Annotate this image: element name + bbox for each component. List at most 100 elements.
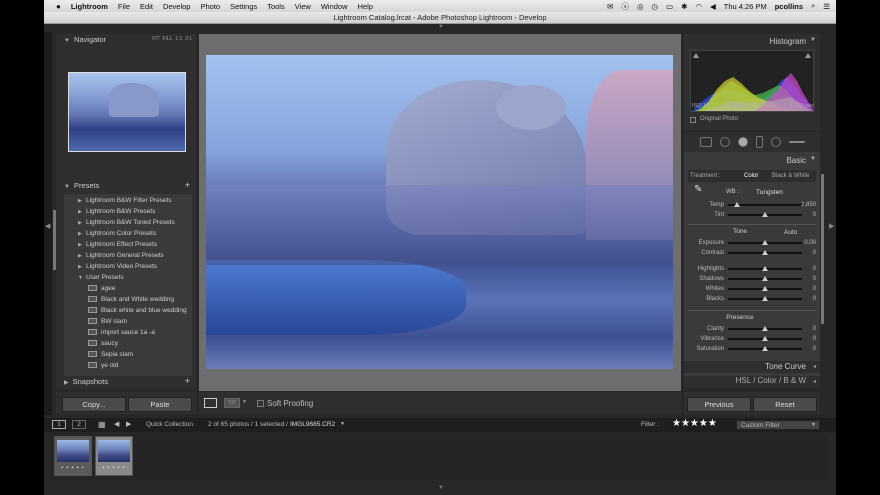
slider-handle[interactable] xyxy=(762,266,768,271)
slider-handle[interactable] xyxy=(733,202,740,207)
preset-item[interactable]: import sauce 1a -a xyxy=(78,327,192,338)
filmstrip-thumbnail-selected[interactable]: • • • • • xyxy=(95,436,133,476)
right-scrollbar[interactable] xyxy=(821,174,824,324)
airplay-icon[interactable]: ▭ xyxy=(666,2,673,11)
slider-handle[interactable] xyxy=(762,212,768,217)
preset-folder[interactable]: ▶ Lightroom B&W Filter Presets xyxy=(78,195,192,206)
presets-header[interactable]: ▼ Presets + xyxy=(56,180,196,191)
loupe-view-icon[interactable] xyxy=(204,398,217,408)
preset-item[interactable]: Sepia slam xyxy=(78,349,192,360)
slider-value[interactable]: 0 xyxy=(786,284,816,294)
hsl-toggle-icon[interactable]: ◂ xyxy=(813,378,816,385)
wifi-icon[interactable]: ◠ xyxy=(695,2,702,11)
slider-row-contrast[interactable]: Contrast 0 xyxy=(684,248,820,258)
slider-row-blacks[interactable]: Blacks 0 xyxy=(684,294,820,304)
slider-value[interactable]: 0 xyxy=(786,210,816,220)
skype-icon[interactable]: ⓢ xyxy=(621,1,629,12)
tone-curve-header[interactable]: Tone Curve ◂ xyxy=(684,361,820,373)
view-options-chevron-icon[interactable]: ▼ xyxy=(242,399,247,405)
soft-proofing-checkbox[interactable] xyxy=(257,400,264,407)
menu-settings[interactable]: Settings xyxy=(230,2,257,11)
slider-handle[interactable] xyxy=(762,296,768,301)
slider-handle[interactable] xyxy=(762,276,768,281)
spot-removal-icon[interactable] xyxy=(719,137,730,147)
previous-button[interactable]: Previous xyxy=(687,397,751,412)
histogram-collapse-icon[interactable]: ▼ xyxy=(810,37,816,43)
zoom-fit[interactable]: FIT xyxy=(152,36,160,42)
slider-row-exposure[interactable]: Exposure 0.00 xyxy=(684,238,820,248)
radial-filter-icon[interactable] xyxy=(770,137,781,147)
shadow-clipping-icon[interactable] xyxy=(693,53,699,58)
menu-edit[interactable]: Edit xyxy=(140,2,153,11)
preset-folder-user[interactable]: ▼ User Presets xyxy=(78,272,192,283)
highlight-clipping-icon[interactable] xyxy=(805,53,811,58)
tone-auto-button[interactable]: Auto xyxy=(784,229,797,236)
slider-row-clarity[interactable]: Clarity 0 xyxy=(684,324,820,334)
right-collapse-icon[interactable]: ▶ xyxy=(829,222,834,230)
basic-collapse-icon[interactable]: ▼ xyxy=(810,156,816,162)
menu-file[interactable]: File xyxy=(118,2,130,11)
notification-center-icon[interactable]: ☰ xyxy=(823,2,830,11)
snapshots-header[interactable]: ▶ Snapshots + xyxy=(56,376,196,387)
slider-value[interactable]: 0 xyxy=(786,294,816,304)
menu-view[interactable]: View xyxy=(295,2,311,11)
paste-button[interactable]: Paste xyxy=(128,397,192,412)
preset-item[interactable]: agee xyxy=(78,283,192,294)
preset-folder[interactable]: ▶ Lightroom Video Presets xyxy=(78,261,192,272)
hsl-tab[interactable]: HSL xyxy=(736,376,751,385)
slider-value[interactable]: 0.00 xyxy=(786,238,816,248)
tone-curve-toggle-icon[interactable]: ◂ xyxy=(813,363,816,370)
menu-photo[interactable]: Photo xyxy=(200,2,220,11)
slider-value[interactable]: 0 xyxy=(786,324,816,334)
menu-tools[interactable]: Tools xyxy=(267,2,285,11)
slider-row-tint[interactable]: Tint 0 xyxy=(684,210,820,220)
slider-value[interactable]: 0 xyxy=(786,248,816,258)
slider-handle[interactable] xyxy=(762,250,768,255)
bluetooth-icon[interactable]: ✱ xyxy=(681,2,687,11)
preset-item[interactable]: ye old xyxy=(78,360,192,371)
copy-button[interactable]: Copy... xyxy=(62,397,126,412)
adjustment-brush-icon[interactable] xyxy=(788,141,805,143)
preset-folder[interactable]: ▶ Lightroom B&W Presets xyxy=(78,206,192,217)
slider-value[interactable]: 0 xyxy=(786,274,816,284)
red-eye-icon[interactable] xyxy=(737,137,748,147)
user-menu[interactable]: pcollins xyxy=(775,2,803,11)
filename-dropdown-icon[interactable]: ▼ xyxy=(340,421,345,427)
color-tab[interactable]: Color xyxy=(758,376,777,385)
clock[interactable]: Thu 4:26 PM xyxy=(724,2,767,11)
slider-handle[interactable] xyxy=(762,240,768,245)
top-panel-toggle-icon[interactable]: ▼ xyxy=(436,24,446,32)
page-1-button[interactable]: 1 xyxy=(52,420,66,429)
preset-folder[interactable]: ▶ Lightroom Effect Presets xyxy=(78,239,192,250)
back-arrow-icon[interactable]: ◀ xyxy=(114,420,119,428)
basic-title[interactable]: Basic xyxy=(786,156,806,165)
slider-row-vibrance[interactable]: Vibrance 0 xyxy=(684,334,820,344)
slider-handle[interactable] xyxy=(762,286,768,291)
preset-item[interactable]: BW slam xyxy=(78,316,192,327)
slider-handle[interactable] xyxy=(762,326,768,331)
bw-tab[interactable]: B & W xyxy=(783,376,806,385)
crop-overlay-icon[interactable] xyxy=(699,137,712,147)
filmstrip-thumbnail[interactable]: • • • • • xyxy=(54,436,92,476)
slider-handle[interactable] xyxy=(762,336,768,341)
sync-icon[interactable]: ◎ xyxy=(637,2,644,11)
page-2-button[interactable]: 2 xyxy=(72,420,86,429)
main-photo[interactable] xyxy=(206,55,673,369)
hsl-header[interactable]: HSL / Color / B & W ◂ xyxy=(684,376,820,388)
reset-button[interactable]: Reset xyxy=(753,397,817,412)
preset-item[interactable]: Black and White wedding xyxy=(78,294,192,305)
menu-help[interactable]: Help xyxy=(358,2,373,11)
forward-arrow-icon[interactable]: ▶ xyxy=(126,420,131,428)
original-photo-checkbox[interactable] xyxy=(690,117,696,123)
slider-value[interactable]: 0 xyxy=(786,334,816,344)
selected-filename[interactable]: IMGL9685.CR2 xyxy=(290,421,335,428)
wb-picker-icon[interactable]: ✎ xyxy=(694,184,702,195)
grid-view-icon[interactable]: ▦ xyxy=(98,420,106,429)
before-after-view-icon[interactable]: Y|Y xyxy=(224,398,240,408)
preset-folder[interactable]: ▶ Lightroom B&W Toned Presets xyxy=(78,217,192,228)
menu-lightroom[interactable]: Lightroom xyxy=(71,2,108,11)
graduated-filter-icon[interactable] xyxy=(755,136,763,148)
apple-menu-icon[interactable]: ● xyxy=(56,2,61,11)
slider-row-temp[interactable]: Temp 2,850 xyxy=(684,200,820,210)
spotlight-icon[interactable]: ⌕ xyxy=(811,1,815,11)
